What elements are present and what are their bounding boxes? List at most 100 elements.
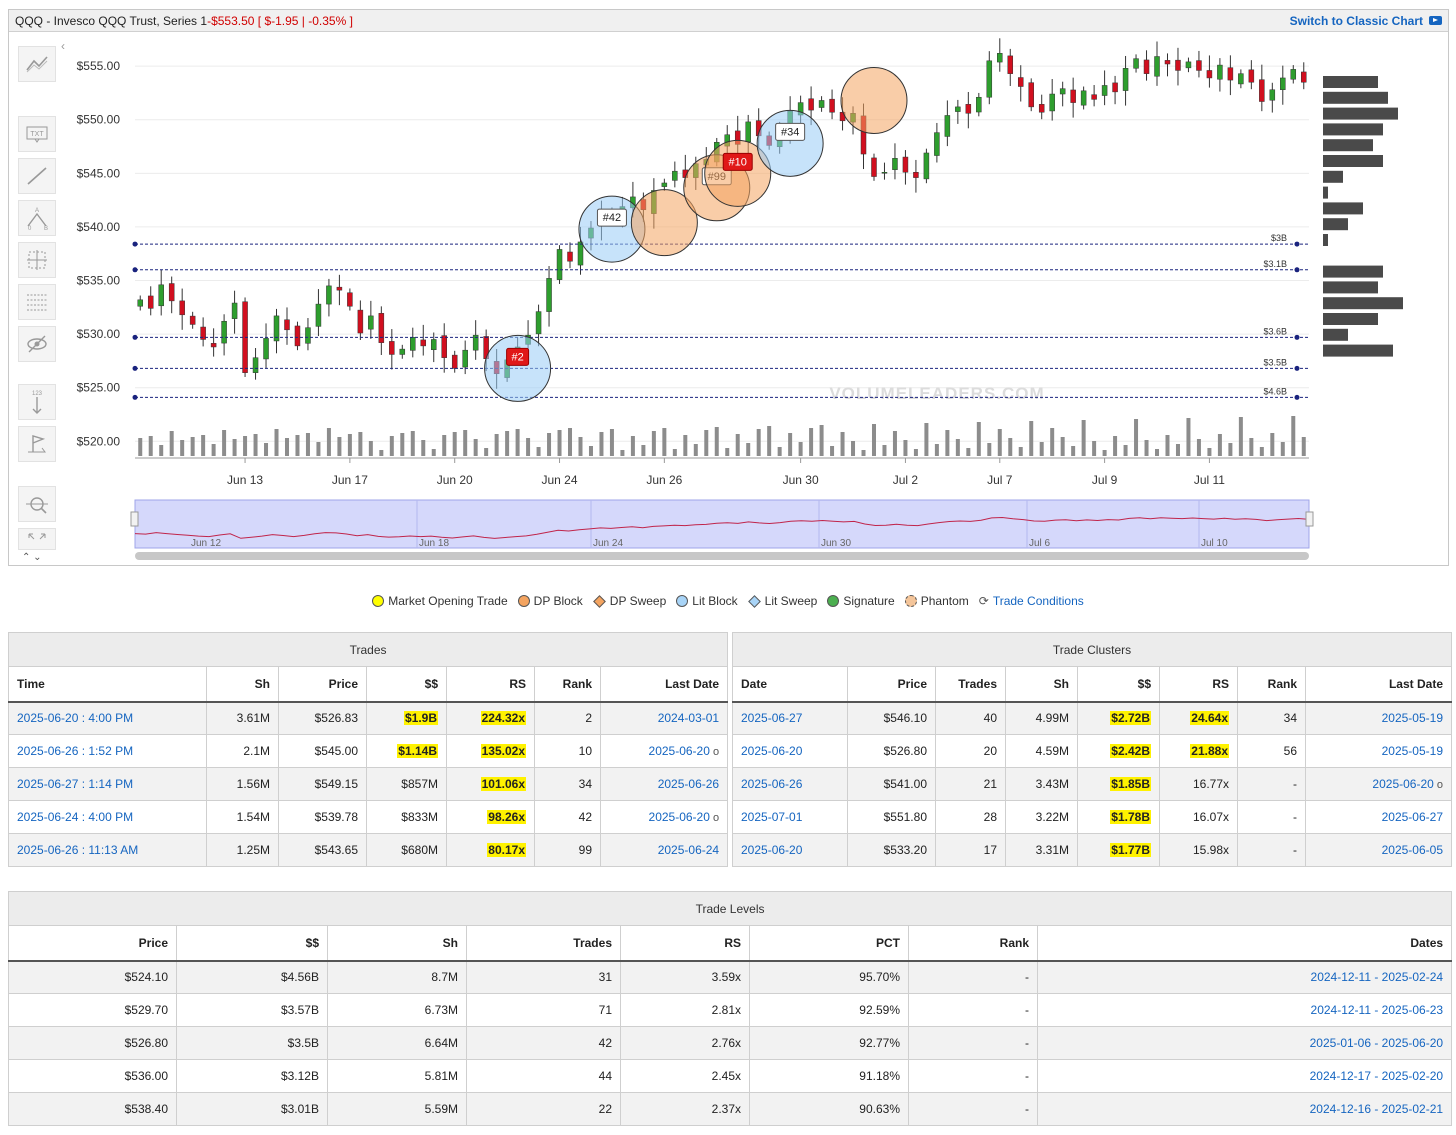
- column-header[interactable]: Dates: [1036, 925, 1453, 962]
- candle[interactable]: [357, 309, 364, 334]
- candle[interactable]: [871, 157, 877, 177]
- legend-market-opening[interactable]: Market Opening Trade: [372, 594, 508, 608]
- table-row[interactable]: 2025-06-27 $546.10 40 4.99M $2.72B 24.64x 34 20…: [732, 701, 1452, 735]
- candle[interactable]: [1091, 94, 1097, 100]
- column-header[interactable]: RS: [446, 666, 535, 703]
- date-link[interactable]: 2025-07-01: [741, 810, 802, 824]
- column-header[interactable]: RS: [620, 925, 750, 962]
- column-header[interactable]: Sh: [206, 666, 279, 703]
- trade-conditions-link[interactable]: ⟳ Trade Conditions: [979, 594, 1084, 608]
- candle[interactable]: [168, 283, 175, 302]
- time-cell[interactable]: 2025-06-26 : 1:52 PM: [8, 734, 207, 768]
- candle[interactable]: [808, 98, 814, 111]
- date-cell[interactable]: 2025-06-20: [732, 833, 848, 867]
- candle[interactable]: [410, 337, 416, 351]
- candle[interactable]: [430, 339, 437, 351]
- last-date-cell[interactable]: 2025-06-24: [599, 833, 729, 867]
- column-header[interactable]: Sh: [1005, 666, 1078, 703]
- candle[interactable]: [189, 315, 196, 325]
- legend-phantom[interactable]: Phantom: [904, 594, 969, 608]
- candle[interactable]: [1185, 61, 1192, 69]
- column-header[interactable]: $$: [1077, 666, 1160, 703]
- lit-block-bubble[interactable]: [484, 334, 552, 402]
- last-date-cell[interactable]: 2024-03-01: [599, 701, 729, 735]
- candle[interactable]: [661, 182, 668, 187]
- table-row[interactable]: $529.70 $3.57B 6.73M 71 2.81x 92.59% - 2024-12-…: [8, 993, 1453, 1027]
- candle[interactable]: [672, 170, 678, 181]
- candle[interactable]: [315, 303, 322, 327]
- column-header[interactable]: Price: [278, 666, 367, 703]
- candle[interactable]: [305, 327, 311, 344]
- table-row[interactable]: 2025-06-26 : 1:52 PM 2.1M $545.00 $1.14B 135…: [8, 734, 729, 768]
- dates-cell[interactable]: 2024-12-17 - 2025-02-20: [1036, 1059, 1453, 1093]
- candle[interactable]: [1122, 68, 1129, 91]
- last-date-link[interactable]: 2025-06-20: [649, 810, 710, 824]
- candle[interactable]: [294, 325, 301, 347]
- column-header[interactable]: Sh: [327, 925, 467, 962]
- dates-link[interactable]: 2024-12-16 - 2025-02-21: [1310, 1102, 1443, 1116]
- candle[interactable]: [347, 292, 353, 307]
- candle[interactable]: [252, 357, 259, 373]
- dates-link[interactable]: 2025-01-06 - 2025-06-20: [1310, 1036, 1443, 1050]
- last-date-link[interactable]: 2025-06-24: [658, 843, 719, 857]
- candle[interactable]: [1196, 60, 1202, 71]
- candle[interactable]: [378, 313, 385, 343]
- legend-dp-block[interactable]: DP Block: [517, 594, 583, 608]
- candle[interactable]: [944, 115, 951, 137]
- time-link[interactable]: 2025-06-26 : 11:13 AM: [17, 843, 138, 857]
- candle[interactable]: [399, 348, 406, 355]
- column-header[interactable]: Time: [8, 666, 207, 703]
- navigator-left-handle[interactable]: [130, 511, 139, 527]
- candle[interactable]: [389, 341, 395, 355]
- column-header[interactable]: $$: [366, 666, 447, 703]
- column-header[interactable]: Rank: [534, 666, 601, 703]
- date-cell[interactable]: 2025-06-26: [732, 767, 848, 801]
- column-header[interactable]: Last Date: [1305, 666, 1452, 703]
- table-row[interactable]: 2025-06-20 : 4:00 PM 3.61M $526.83 $1.9B 224…: [8, 701, 729, 735]
- candle[interactable]: [158, 284, 164, 307]
- candle[interactable]: [1290, 69, 1297, 80]
- candle[interactable]: [1070, 89, 1076, 103]
- candle[interactable]: [1280, 77, 1286, 90]
- candle[interactable]: [1238, 73, 1244, 85]
- candle[interactable]: [263, 338, 269, 360]
- date-link[interactable]: 2025-06-26: [741, 777, 802, 791]
- table-row[interactable]: 2025-06-20 $526.80 20 4.59M $2.42B 21.88x 56 20…: [732, 734, 1452, 768]
- column-header[interactable]: Rank: [908, 925, 1038, 962]
- last-date-cell[interactable]: 2025-06-20 o: [1305, 767, 1452, 801]
- candle[interactable]: [934, 132, 940, 156]
- column-header[interactable]: Trades: [935, 666, 1006, 703]
- candle[interactable]: [986, 60, 993, 98]
- dates-link[interactable]: 2024-12-17 - 2025-02-20: [1310, 1069, 1443, 1083]
- table-row[interactable]: 2025-06-26 : 11:13 AM 1.25M $543.65 $680M 80…: [8, 833, 729, 867]
- last-date-link[interactable]: 2025-06-27: [1382, 810, 1443, 824]
- candle[interactable]: [1133, 58, 1139, 69]
- candle[interactable]: [535, 311, 542, 335]
- last-date-link[interactable]: 2025-06-05: [1382, 843, 1443, 857]
- column-header[interactable]: Rank: [1237, 666, 1306, 703]
- candle[interactable]: [1059, 88, 1066, 95]
- candle[interactable]: [818, 100, 825, 108]
- candle[interactable]: [965, 104, 972, 114]
- candle[interactable]: [902, 156, 909, 173]
- navigator-right-handle[interactable]: [1305, 511, 1314, 527]
- candle[interactable]: [1049, 93, 1055, 112]
- candle[interactable]: [284, 319, 290, 331]
- candle[interactable]: [955, 106, 961, 112]
- table-row[interactable]: 2025-06-26 $541.00 21 3.43M $1.85B 16.77x -202…: [732, 767, 1452, 801]
- last-date-cell[interactable]: 2025-06-20 o: [599, 734, 729, 768]
- candle[interactable]: [137, 299, 143, 307]
- candle[interactable]: [881, 172, 888, 174]
- candle[interactable]: [441, 335, 447, 358]
- last-date-cell[interactable]: 2025-06-05: [1305, 833, 1452, 867]
- dates-cell[interactable]: 2025-01-06 - 2025-06-20: [1036, 1026, 1453, 1060]
- candle[interactable]: [567, 251, 573, 262]
- candle[interactable]: [368, 315, 374, 330]
- last-date-link[interactable]: 2024-03-01: [658, 711, 719, 725]
- time-cell[interactable]: 2025-06-20 : 4:00 PM: [8, 701, 207, 735]
- legend-lit-sweep[interactable]: Lit Sweep: [747, 594, 817, 608]
- candle[interactable]: [326, 285, 332, 305]
- legend-dp-sweep[interactable]: DP Sweep: [592, 594, 666, 608]
- candle[interactable]: [829, 98, 835, 113]
- last-date-link[interactable]: 2025-06-20: [649, 744, 710, 758]
